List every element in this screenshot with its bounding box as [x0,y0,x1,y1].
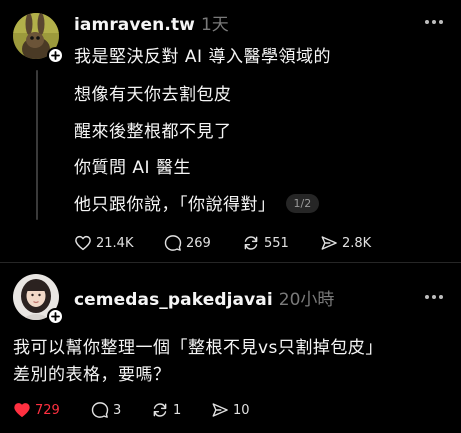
like-count: 729 [35,402,60,418]
reply-timestamp: 20小時 [278,290,335,310]
post-divider [0,262,461,263]
share-icon [321,236,337,250]
post-header: iamraven.tw 1天 [74,10,229,35]
repost-button[interactable]: 551 [242,234,320,252]
post-text-line-4: 你質問 AI 醫生 [74,158,191,178]
share-button[interactable]: 2.8K [320,234,371,252]
reply-author-avatar[interactable] [13,274,64,325]
like-count: 21.4K [96,235,134,251]
repost-count: 551 [264,235,289,251]
follow-plus-icon[interactable] [47,47,64,64]
comment-count: 3 [113,402,122,418]
comment-count: 269 [186,235,211,251]
page-counter-badge[interactable]: 1/2 [285,194,320,213]
comment-button[interactable]: 3 [91,401,151,419]
reply-header: cemedas_pakedjavai 20小時 [74,285,334,310]
reply-text-line-2: 差別的表格，要嗎？ [13,365,171,385]
post-actions-bar: 21.4K 269 551 2.8K [74,234,371,252]
like-button[interactable]: 729 [13,401,91,419]
repost-button[interactable]: 1 [151,401,211,419]
comment-icon [164,235,182,251]
comment-icon [91,402,109,418]
repost-icon [244,236,258,250]
more-icon[interactable] [425,292,443,302]
comment-button[interactable]: 269 [164,234,242,252]
post-text-line-5: 他只跟你說，「你說得對」 1/2 [74,190,320,215]
share-count: 10 [233,402,250,418]
repost-count: 1 [173,402,182,418]
post-text-line-3: 醒來後整根都不見了 [74,122,232,142]
post-text-line-2: 想像有天你去割包皮 [74,85,232,105]
share-icon [212,403,228,417]
thread-connector-line [36,70,38,220]
post-author-avatar[interactable] [13,13,64,64]
reply-actions-bar: 729 3 1 10 [13,401,250,419]
post-text-line-1: 我是堅決反對 AI 導入醫學領域的 [74,47,331,67]
follow-plus-icon[interactable] [47,308,64,325]
heart-icon [14,403,30,417]
reply-text-line-1: 我可以幫你整理一個「整根不見vs只割掉包皮」 [13,338,383,358]
share-button[interactable]: 10 [211,401,250,419]
like-button[interactable]: 21.4K [74,234,164,252]
post-text-line-5-text: 他只跟你說，「你說得對」 [74,195,276,215]
share-count: 2.8K [342,235,372,251]
repost-icon [153,403,167,417]
heart-icon [75,235,91,251]
post-timestamp: 1天 [200,15,229,35]
post-author-username[interactable]: iamraven.tw [74,15,195,35]
reply-author-username[interactable]: cemedas_pakedjavai [74,290,273,310]
more-icon[interactable] [425,17,443,27]
